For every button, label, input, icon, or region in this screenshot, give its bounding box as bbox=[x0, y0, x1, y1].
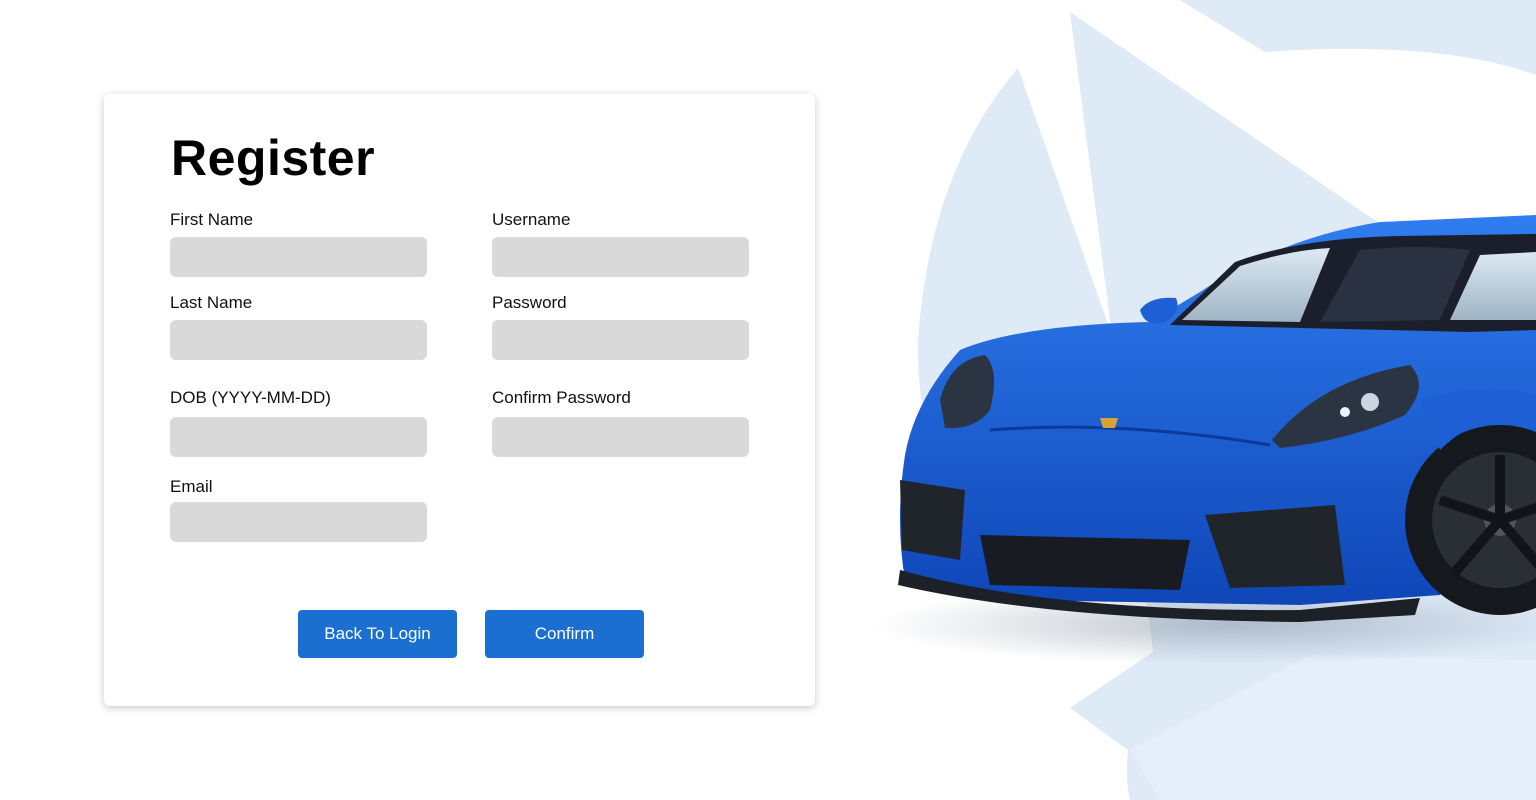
dob-input[interactable] bbox=[170, 417, 427, 457]
username-label: Username bbox=[492, 210, 571, 229]
page-title: Register bbox=[171, 130, 376, 186]
password-label: Password bbox=[492, 293, 567, 312]
email-input[interactable] bbox=[170, 502, 427, 542]
username-input[interactable] bbox=[492, 237, 749, 277]
dob-label: DOB (YYYY-MM-DD) bbox=[170, 388, 331, 407]
last-name-input[interactable] bbox=[170, 320, 427, 360]
register-card: Register First Name Last Name DOB (YYYY-… bbox=[104, 94, 815, 706]
first-name-label: First Name bbox=[170, 210, 254, 229]
last-name-label: Last Name bbox=[170, 293, 253, 312]
email-label: Email bbox=[170, 477, 213, 496]
back-to-login-button[interactable]: Back To Login bbox=[298, 610, 457, 658]
confirm-button[interactable]: Confirm bbox=[485, 610, 644, 658]
register-page: Register First Name Last Name DOB (YYYY-… bbox=[0, 0, 1536, 800]
confirm-password-input[interactable] bbox=[492, 417, 749, 457]
first-name-input[interactable] bbox=[170, 237, 427, 277]
password-input[interactable] bbox=[492, 320, 749, 360]
confirm-password-label: Confirm Password bbox=[492, 388, 631, 407]
